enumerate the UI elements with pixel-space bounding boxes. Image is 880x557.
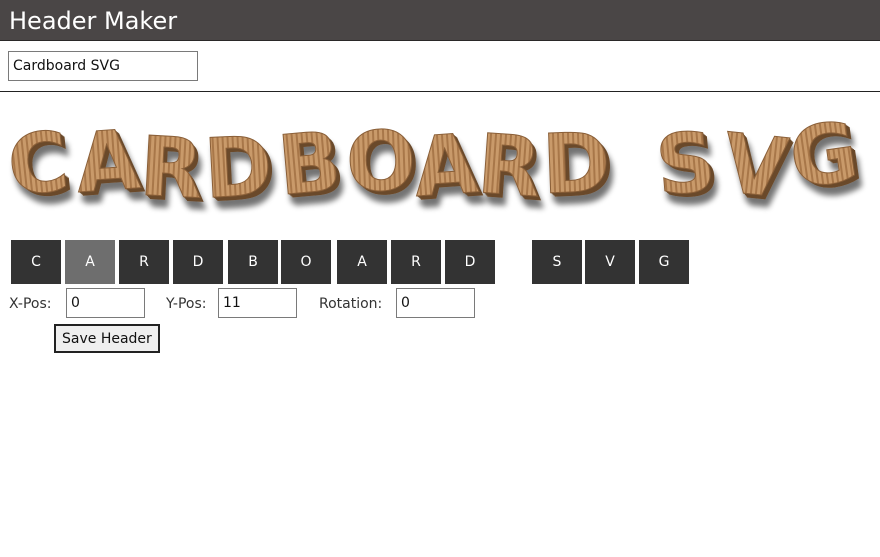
letter-button-b[interactable]: B [228, 240, 278, 284]
preview-letter-b: BBBBB [274, 114, 349, 218]
letter-button-r[interactable]: R [119, 240, 169, 284]
svg-text:D: D [540, 116, 611, 213]
svg-text:R: R [475, 117, 545, 216]
preview-letter-s: SSSSS [652, 114, 724, 218]
letter-button-d[interactable]: D [445, 240, 495, 284]
preview-letter-v: VVVVV [718, 116, 796, 222]
xpos-input[interactable] [66, 288, 145, 318]
rotation-input[interactable] [396, 288, 475, 318]
xpos-label: X-Pos: [9, 296, 52, 312]
preview-letter-a: AAAAA [72, 112, 147, 215]
preview-letter-g: GGGGG [784, 104, 869, 211]
letter-button-r[interactable]: R [391, 240, 441, 284]
preview-letter-d: DDDDD [540, 115, 616, 217]
svg-text:A: A [73, 113, 143, 212]
letter-button-g[interactable]: G [639, 240, 689, 284]
header-preview-svg: CCCCC AAAAARRRRR DDDDD BBBBB OOOOOAAAAARRRRR… [3, 104, 869, 222]
svg-text:A: A [411, 117, 481, 216]
save-header-button[interactable]: Save Header [54, 324, 160, 353]
ypos-input[interactable] [218, 288, 297, 318]
letter-button-v[interactable]: V [585, 240, 635, 284]
svg-text:G: G [784, 104, 864, 207]
preview-letter-r: RRRRR [137, 119, 209, 222]
svg-text:S: S [652, 115, 719, 215]
header-preview: CCCCCAAAAARRRRRDDDDDBBBBBOOOOOAAAAARRRRR… [0, 100, 880, 225]
app-title: Header Maker [9, 7, 178, 35]
title-bar: Header Maker [0, 0, 880, 41]
svg-text:V: V [719, 116, 793, 217]
rotation-label: Rotation: [319, 296, 383, 312]
letter-button-a[interactable]: A [65, 240, 115, 284]
svg-text:D: D [202, 119, 275, 217]
letter-button-a[interactable]: A [337, 240, 387, 284]
letter-button-o[interactable]: O [281, 240, 331, 284]
preview-letter-d: DDDDD [201, 119, 279, 222]
svg-text:O: O [344, 114, 417, 211]
letter-button-d[interactable]: D [173, 240, 223, 284]
header-text-input[interactable] [8, 51, 198, 81]
letter-button-c[interactable]: C [11, 240, 61, 284]
svg-text:B: B [274, 114, 345, 214]
svg-text:R: R [137, 119, 205, 217]
svg-text:C: C [3, 114, 73, 215]
ypos-label: Y-Pos: [166, 296, 207, 312]
preview-letter-r: RRRRR [474, 117, 548, 221]
preview-letter-o: OOOOO [344, 113, 422, 215]
preview-letter-c: CCCCC [3, 114, 78, 219]
divider [0, 91, 880, 92]
letter-button-s[interactable]: S [532, 240, 582, 284]
